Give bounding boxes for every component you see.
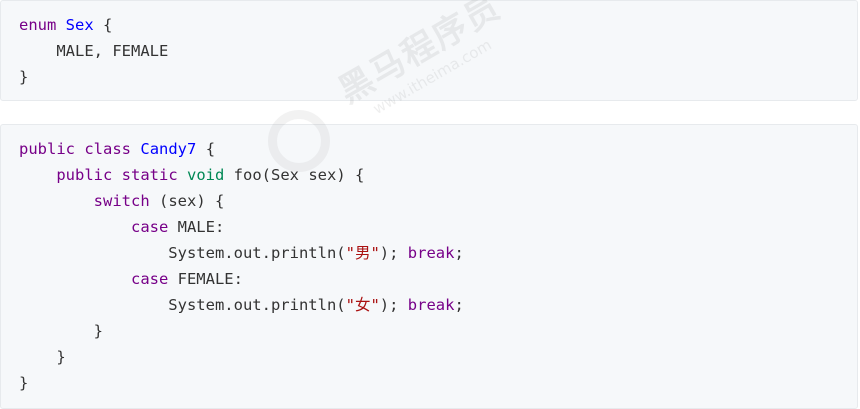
code-token: enum <box>19 16 57 34</box>
code-line: MALE, FEMALE <box>19 38 168 64</box>
code-token: void <box>187 166 225 184</box>
code-block-class-candy7: public class Candy7 { public static void… <box>0 124 858 409</box>
code-line: System.out.println("女"); break; <box>19 292 464 318</box>
code-line: switch (sex) { <box>19 188 464 214</box>
code-token: System.out.println( <box>19 244 346 262</box>
code-line: case MALE: <box>19 214 464 240</box>
code-token: class <box>84 140 132 158</box>
code-line: } <box>19 344 464 370</box>
code-token: ; <box>454 244 464 262</box>
code-token: } <box>19 348 66 366</box>
code-line: enum Sex { <box>19 12 168 38</box>
code-token: MALE, FEMALE <box>19 42 169 60</box>
code-line: public static void foo(Sex sex) { <box>19 162 464 188</box>
code-token: switch <box>93 192 150 210</box>
code-token: ); <box>379 296 408 314</box>
code-token: } <box>19 68 29 86</box>
code-token: foo(Sex sex) { <box>224 166 365 184</box>
code-token: (sex) { <box>149 192 225 210</box>
code-token: ; <box>454 296 464 314</box>
code-token: Candy7 <box>140 140 197 158</box>
code-token: } <box>19 322 103 340</box>
code-line: } <box>19 64 168 90</box>
code-token: public <box>19 140 75 158</box>
code-line: System.out.println("男"); break; <box>19 240 464 266</box>
code-lines: public class Candy7 { public static void… <box>19 136 464 396</box>
code-line: case FEMALE: <box>19 266 464 292</box>
code-token: static <box>121 166 178 184</box>
code-token: MALE: <box>168 218 225 236</box>
code-token: System.out.println( <box>19 296 346 314</box>
code-token: public <box>56 166 113 184</box>
code-line: } <box>19 370 464 396</box>
code-token: break <box>407 296 455 314</box>
code-token: } <box>19 374 29 392</box>
code-token: case <box>130 270 169 288</box>
code-token: case <box>130 218 169 236</box>
code-token: { <box>196 140 216 158</box>
code-lines: enum Sex { MALE, FEMALE} <box>19 12 168 90</box>
code-token: "男" <box>345 244 380 262</box>
code-line: } <box>19 318 464 344</box>
code-token: { <box>93 16 113 34</box>
code-token: Sex <box>65 16 94 34</box>
code-token: "女" <box>345 296 380 314</box>
code-line: public class Candy7 { <box>19 136 464 162</box>
code-block-enum-sex: enum Sex { MALE, FEMALE} <box>0 0 858 101</box>
code-token: break <box>407 244 455 262</box>
code-token: FEMALE: <box>168 270 243 288</box>
code-token: ); <box>379 244 408 262</box>
